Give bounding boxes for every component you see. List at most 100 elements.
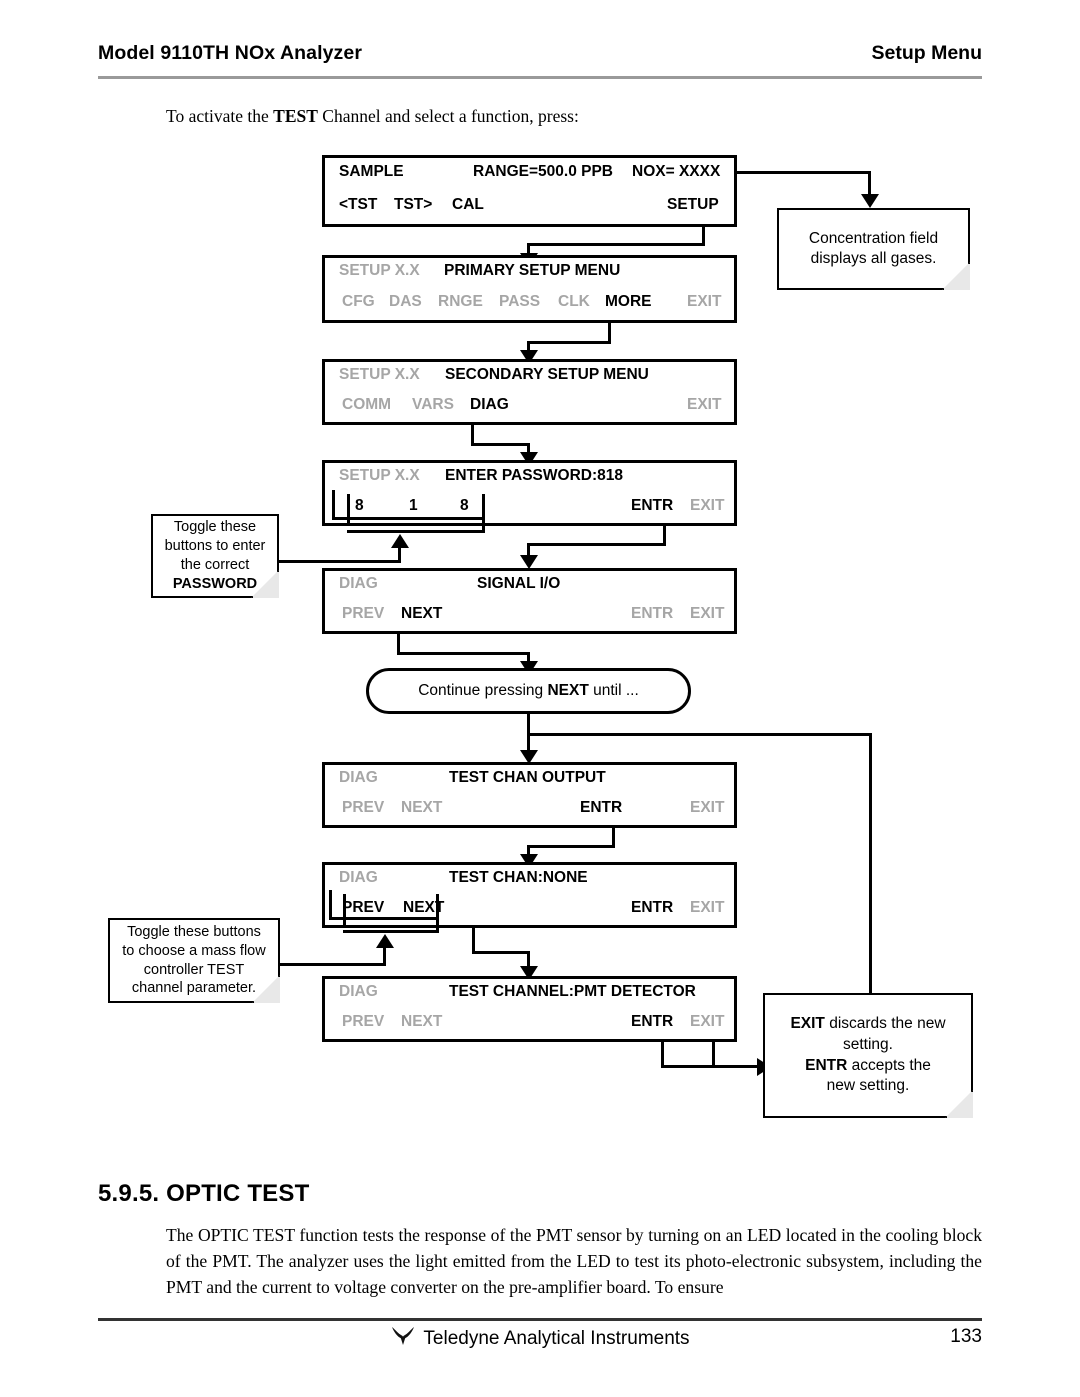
- softkey-entr-testchanout[interactable]: ENTR: [580, 799, 622, 817]
- softkey-diag[interactable]: DIAG: [470, 396, 509, 414]
- softkey-exit-password[interactable]: EXIT: [690, 497, 724, 515]
- note-password-line1: Toggle these: [173, 519, 257, 536]
- panel-signal-io[interactable]: DIAG SIGNAL I/O PREV NEXT ENTR EXIT: [322, 568, 737, 634]
- softkey-clk[interactable]: CLK: [558, 293, 590, 311]
- softkey-next-testchanout[interactable]: NEXT: [401, 799, 442, 817]
- softkey-cal[interactable]: CAL: [452, 196, 484, 214]
- softkey-exit-secondary[interactable]: EXIT: [687, 396, 721, 414]
- testchanpmt-title: TEST CHANNEL:PMT DETECTOR: [449, 983, 696, 1000]
- note-exit-line2: setting.: [843, 1035, 893, 1053]
- softkey-more[interactable]: MORE: [605, 293, 652, 311]
- note-entr-line1: ENTR accepts the: [773, 1056, 963, 1077]
- password-digit-3[interactable]: 8: [460, 497, 469, 515]
- note-massflow-line2: to choose a mass flow: [122, 942, 266, 959]
- note-massflow-line4: channel parameter.: [131, 980, 257, 997]
- note-toggle-password: Toggle these buttons to enter the correc…: [151, 514, 279, 598]
- sample-mode-label: SAMPLE: [339, 163, 404, 180]
- softkey-entr-password[interactable]: ENTR: [631, 497, 673, 515]
- softkey-entr-signalio[interactable]: ENTR: [631, 605, 673, 623]
- bubble-text-before: Continue pressing: [418, 682, 548, 699]
- softkey-entr-testchanpmt[interactable]: ENTR: [631, 1013, 673, 1031]
- note-entr-text: accepts the: [847, 1056, 931, 1074]
- softkey-next-testchanpmt[interactable]: NEXT: [401, 1013, 442, 1031]
- bubble-text-after: until ...: [588, 682, 639, 699]
- softkey-tst-prev[interactable]: <TST: [339, 196, 377, 214]
- testchannone-title: TEST CHAN:NONE: [449, 869, 588, 886]
- softkey-prev-testchannone[interactable]: PREV: [342, 899, 384, 917]
- panel-secondary-setup[interactable]: SETUP X.X SECONDARY SETUP MENU COMM VARS…: [322, 359, 737, 425]
- testchan-bracket-right-drop: [436, 917, 439, 933]
- softkey-exit-primary[interactable]: EXIT: [687, 293, 721, 311]
- softkey-rnge[interactable]: RNGE: [438, 293, 483, 311]
- panel-primary-setup[interactable]: SETUP X.X PRIMARY SETUP MENU CFG DAS RNG…: [322, 255, 737, 323]
- sample-nox-label: NOX= XXXX: [632, 163, 721, 180]
- softkey-next-signalio[interactable]: NEXT: [401, 605, 442, 623]
- note-exit-entr: EXIT discards the new setting. ENTR acce…: [763, 993, 973, 1118]
- connector-entr-none-right: [472, 951, 530, 954]
- connector-password-note-right: [279, 560, 401, 563]
- note-entr-line2: new setting.: [826, 1077, 910, 1095]
- softkey-prev-testchanpmt[interactable]: PREV: [342, 1013, 384, 1031]
- softkey-cfg[interactable]: CFG: [342, 293, 375, 311]
- testchanout-title: TEST CHAN OUTPUT: [449, 769, 606, 786]
- softkey-setup[interactable]: SETUP: [667, 196, 719, 214]
- document-page: Model 9110TH NOx Analyzer Setup Menu To …: [0, 0, 1080, 1397]
- note-password-line4: PASSWORD: [172, 575, 258, 592]
- note-password-line2: buttons to enter: [164, 538, 266, 555]
- primary-setup-prefix: SETUP X.X: [339, 262, 420, 279]
- connector-bubble-right-rail: [527, 733, 872, 736]
- note-exit-bold: EXIT: [790, 1014, 825, 1032]
- teledyne-logo-icon: [390, 1326, 416, 1352]
- section-heading: 5.9.5. OPTIC TEST: [98, 1180, 310, 1207]
- sample-range-label: RANGE=500.0 PPB: [473, 163, 613, 180]
- arrow-up-to-password-bracket: [391, 534, 409, 548]
- footer-page-number: 133: [950, 1326, 982, 1347]
- primary-setup-title: PRIMARY SETUP MENU: [444, 262, 621, 279]
- connector-massflow-note-up: [383, 948, 386, 966]
- testchanpmt-prefix: DIAG: [339, 983, 378, 1000]
- softkey-pass[interactable]: PASS: [499, 293, 540, 311]
- connector-right-rail-vertical: [869, 733, 872, 1001]
- panel-test-chan-output[interactable]: DIAG TEST CHAN OUTPUT PREV NEXT ENTR EXI…: [322, 762, 737, 828]
- password-bracket-bottom-outer: [332, 517, 485, 520]
- softkey-entr-testchannone[interactable]: ENTR: [631, 899, 673, 917]
- softkey-prev-testchanout[interactable]: PREV: [342, 799, 384, 817]
- connector-diag-right: [471, 443, 530, 446]
- arrow-up-to-testchan-bracket: [376, 934, 394, 948]
- password-bracket-inner-left: [347, 494, 350, 526]
- password-digit-2[interactable]: 1: [409, 497, 418, 515]
- note-massflow-line3: controller TEST: [143, 961, 245, 978]
- panel-sample[interactable]: SAMPLE RANGE=500.0 PPB NOX= XXXX <TST TS…: [322, 155, 737, 227]
- testchan-bracket-inner-left: [343, 894, 346, 926]
- note-toggle-massflow: Toggle these buttons to choose a mass fl…: [108, 918, 280, 1003]
- arrow-to-concentration-note: [861, 194, 879, 208]
- connector-setup-left: [527, 243, 705, 246]
- note-concentration-field: Concentration field displays all gases.: [777, 208, 970, 290]
- footer-company-block: Teledyne Analytical Instruments: [0, 1326, 1080, 1352]
- softkey-tst-next[interactable]: TST>: [394, 196, 432, 214]
- note-exit-text: discards the new: [824, 1014, 946, 1032]
- connector-password-note-up: [398, 548, 401, 563]
- note-password-line3: the correct: [180, 557, 250, 573]
- signalio-title: SIGNAL I/O: [477, 575, 561, 592]
- note-exit-line1: EXIT discards the new: [773, 1014, 963, 1035]
- softkey-prev-signalio[interactable]: PREV: [342, 605, 384, 623]
- softkey-exit-signalio[interactable]: EXIT: [690, 605, 724, 623]
- footer-divider: [98, 1318, 982, 1321]
- softkey-das[interactable]: DAS: [389, 293, 422, 311]
- panel-test-channel-pmt[interactable]: DIAG TEST CHANNEL:PMT DETECTOR PREV NEXT…: [322, 976, 737, 1042]
- password-digit-1[interactable]: 8: [355, 497, 364, 515]
- softkey-exit-testchanpmt[interactable]: EXIT: [690, 1013, 724, 1031]
- testchan-bracket-bottom-inner: [343, 930, 439, 933]
- bubble-text-bold: NEXT: [547, 682, 589, 699]
- softkey-comm[interactable]: COMM: [342, 396, 391, 414]
- connector-more-left: [527, 341, 611, 344]
- softkey-vars[interactable]: VARS: [412, 396, 454, 414]
- softkey-exit-testchanout[interactable]: EXIT: [690, 799, 724, 817]
- testchan-bracket-left-tick: [329, 890, 332, 920]
- note-concentration-line2: displays all gases.: [810, 250, 937, 267]
- password-bracket-bottom-inner: [347, 530, 485, 533]
- connector-next-right: [397, 652, 527, 655]
- softkey-exit-testchannone[interactable]: EXIT: [690, 899, 724, 917]
- footer-company-name: Teledyne Analytical Instruments: [423, 1328, 690, 1349]
